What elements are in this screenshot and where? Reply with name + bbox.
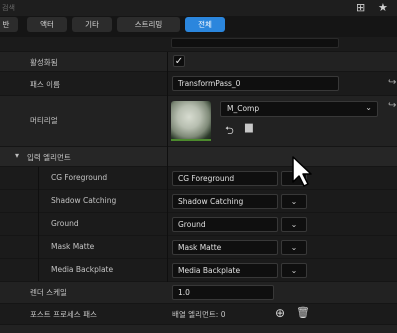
active-label: 활성화됨 — [30, 58, 58, 67]
input-combo[interactable]: Shadow Catching — [172, 194, 278, 209]
input-combo[interactable]: Ground — [172, 217, 278, 232]
input-label: Shadow Catching — [51, 196, 117, 205]
input-row: CG Foreground CG Foreground ⌄ — [0, 167, 397, 189]
input-label: Mask Matte — [51, 242, 95, 251]
input-combo[interactable]: CG Foreground — [172, 171, 278, 186]
tab-actor[interactable]: 액터 — [27, 17, 67, 32]
input-label: CG Foreground — [51, 173, 108, 182]
row-post-process: 포스트 프로세스 패스 배열 엘리먼트: 0 ⊕ 🗑 — [0, 304, 397, 324]
input-row: Ground Ground ⌄ — [0, 213, 397, 235]
pass-name-input[interactable]: TransformPass_0 — [172, 76, 339, 91]
grid-icon[interactable]: ⊞ — [356, 1, 365, 14]
material-type-bar — [171, 139, 211, 141]
search-box[interactable]: 검색 — [2, 3, 15, 13]
chevron-down-icon[interactable]: ⌄ — [281, 263, 307, 278]
input-label: Ground — [51, 219, 79, 228]
input-combo[interactable]: Mask Matte — [172, 240, 278, 255]
reset-arrow-icon[interactable]: ↪ — [388, 77, 396, 88]
chevron-down-icon[interactable]: ⌄ — [281, 194, 307, 209]
partial-field[interactable] — [171, 38, 339, 48]
input-elements-header[interactable]: ▾ 입력 엘리먼트 — [0, 147, 397, 166]
tab-0[interactable]: 반 — [0, 17, 18, 32]
input-combo[interactable]: Media Backplate — [172, 263, 278, 278]
input-value: Mask Matte — [178, 243, 222, 252]
tab-all[interactable]: 전체 — [185, 17, 225, 32]
row-render-scale: 렌더 스케일 1.0 — [0, 282, 397, 303]
row-pass-name: 패스 이름 TransformPass_0 ↪ — [0, 72, 397, 95]
tab-streaming[interactable]: 스트리밍 — [117, 17, 180, 32]
input-elements-title: 입력 엘리먼트 — [27, 153, 71, 162]
post-process-label: 포스트 프로세스 패스 — [30, 310, 97, 319]
input-value: CG Foreground — [178, 174, 235, 183]
render-scale-label: 렌더 스케일 — [30, 288, 67, 297]
trash-icon[interactable]: 🗑 — [296, 306, 310, 319]
column-divider[interactable] — [167, 52, 168, 296]
chevron-down-icon: ⌄ — [365, 103, 372, 112]
chevron-down-icon[interactable]: ⌄ — [281, 240, 307, 255]
render-scale-input[interactable]: 1.0 — [172, 285, 274, 300]
expand-arrow-icon[interactable]: ▾ — [15, 151, 19, 160]
indent-divider — [38, 167, 39, 281]
mouse-cursor-icon — [292, 156, 312, 187]
row-partial-bottom — [0, 325, 397, 333]
hidden-row — [0, 37, 397, 51]
chevron-down-icon[interactable]: ⌄ — [281, 217, 307, 232]
input-value: Media Backplate — [178, 266, 241, 275]
input-label: Media Backplate — [51, 265, 114, 274]
input-row: Media Backplate Media Backplate ⌄ — [0, 259, 397, 281]
row-active: 활성화됨 ✓ — [0, 52, 397, 71]
material-label: 머티리얼 — [30, 116, 58, 125]
post-process-count: 배열 엘리먼트: 0 — [172, 310, 226, 319]
reset-arrow-icon[interactable]: ↪ — [388, 100, 396, 111]
input-row: Shadow Catching Shadow Catching ⌄ — [0, 190, 397, 212]
add-icon[interactable]: ⊕ — [275, 306, 285, 320]
material-value: M_Comp — [227, 104, 260, 113]
pass-name-label: 패스 이름 — [30, 80, 60, 89]
use-selected-icon[interactable]: ⮌ — [225, 122, 234, 141]
star-icon[interactable]: ★ — [378, 1, 388, 14]
material-picker[interactable]: M_Comp ⌄ — [220, 101, 378, 117]
tab-misc[interactable]: 기타 — [72, 17, 112, 32]
input-row: Mask Matte Mask Matte ⌄ — [0, 236, 397, 258]
input-value: Shadow Catching — [178, 197, 244, 206]
material-thumbnail[interactable] — [171, 101, 211, 141]
active-checkbox[interactable]: ✓ — [173, 55, 185, 67]
input-value: Ground — [178, 220, 206, 229]
filter-tabs: 반 액터 기타 스트리밍 전체 — [0, 16, 397, 37]
top-bar: 검색 ⊞ ★ — [0, 0, 397, 16]
browse-folder-icon[interactable]: ▆ — [245, 122, 253, 133]
